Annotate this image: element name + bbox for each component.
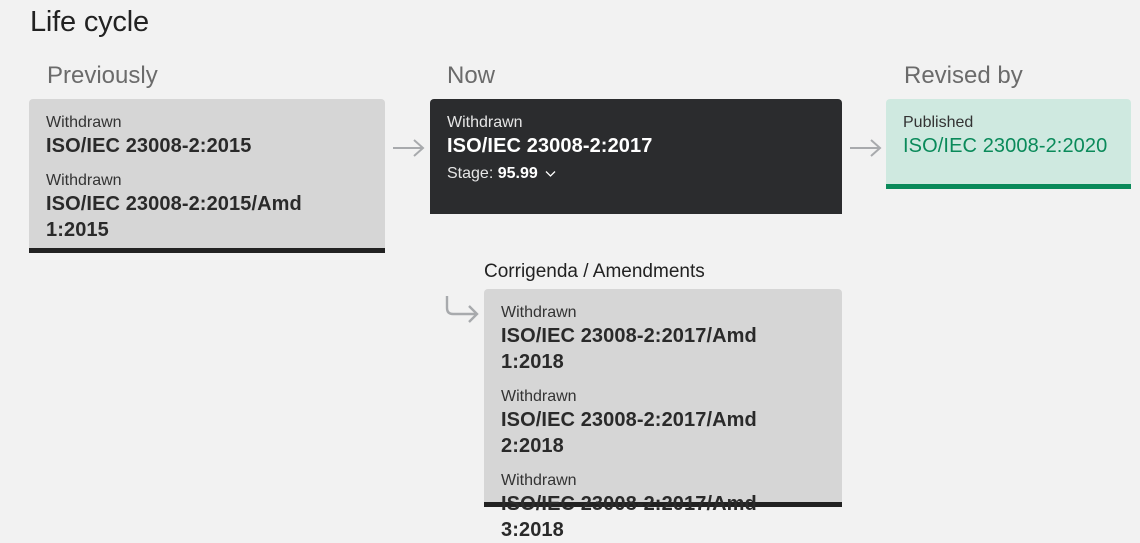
now-card: Withdrawn ISO/IEC 23008-2:2017 Stage: 95… xyxy=(430,99,842,214)
arrow-right-icon xyxy=(850,139,882,157)
standard-link[interactable]: ISO/IEC 23008-2:2017/Amd 1:2018 xyxy=(501,323,825,375)
now-heading: Now xyxy=(447,62,496,89)
previously-card: Withdrawn ISO/IEC 23008-2:2015 Withdrawn… xyxy=(29,99,385,253)
list-item: Withdrawn ISO/IEC 23008-2:2017/Amd 1:201… xyxy=(501,303,825,375)
status-label: Withdrawn xyxy=(501,388,577,405)
status-label: Withdrawn xyxy=(501,472,577,489)
status-label: Withdrawn xyxy=(46,114,122,131)
list-item: Withdrawn ISO/IEC 23008-2:2017/Amd 3:201… xyxy=(501,471,825,543)
previously-heading: Previously xyxy=(47,62,158,89)
list-item: Withdrawn ISO/IEC 23008-2:2017/Amd 2:201… xyxy=(501,387,825,459)
revised-by-heading: Revised by xyxy=(904,62,1023,89)
stage-label: Stage: xyxy=(447,165,494,182)
standard-link[interactable]: ISO/IEC 23008-2:2020 xyxy=(903,133,1114,159)
status-label: Published xyxy=(903,114,974,131)
stage-toggle[interactable]: Stage: 95.99 xyxy=(447,165,825,183)
arrow-right-icon xyxy=(393,139,425,157)
return-arrow-icon xyxy=(445,296,479,323)
current-standard-title: ISO/IEC 23008-2:2017 xyxy=(447,135,653,157)
chevron-down-icon[interactable] xyxy=(545,170,556,178)
status-label: Withdrawn xyxy=(501,304,577,321)
stage-value: 95.99 xyxy=(497,165,538,182)
list-item: Withdrawn ISO/IEC 23008-2:2015 xyxy=(46,113,368,159)
standard-link[interactable]: ISO/IEC 23008-2:2015 xyxy=(46,133,368,159)
standard-link[interactable]: ISO/IEC 23008-2:2015/Amd 1:2015 xyxy=(46,191,368,243)
amendments-card: Withdrawn ISO/IEC 23008-2:2017/Amd 1:201… xyxy=(484,289,842,541)
status-label: Withdrawn xyxy=(447,114,523,131)
standard-link[interactable]: ISO/IEC 23008-2:2017/Amd 3:2018 xyxy=(501,491,825,543)
standard-link[interactable]: ISO/IEC 23008-2:2017/Amd 2:2018 xyxy=(501,407,825,459)
list-item: Withdrawn ISO/IEC 23008-2:2015/Amd 1:201… xyxy=(46,171,368,243)
page-title: Life cycle xyxy=(30,6,149,38)
status-label: Withdrawn xyxy=(46,172,122,189)
amendments-heading: Corrigenda / Amendments xyxy=(484,261,705,282)
revised-by-card: Published ISO/IEC 23008-2:2020 xyxy=(886,99,1131,189)
